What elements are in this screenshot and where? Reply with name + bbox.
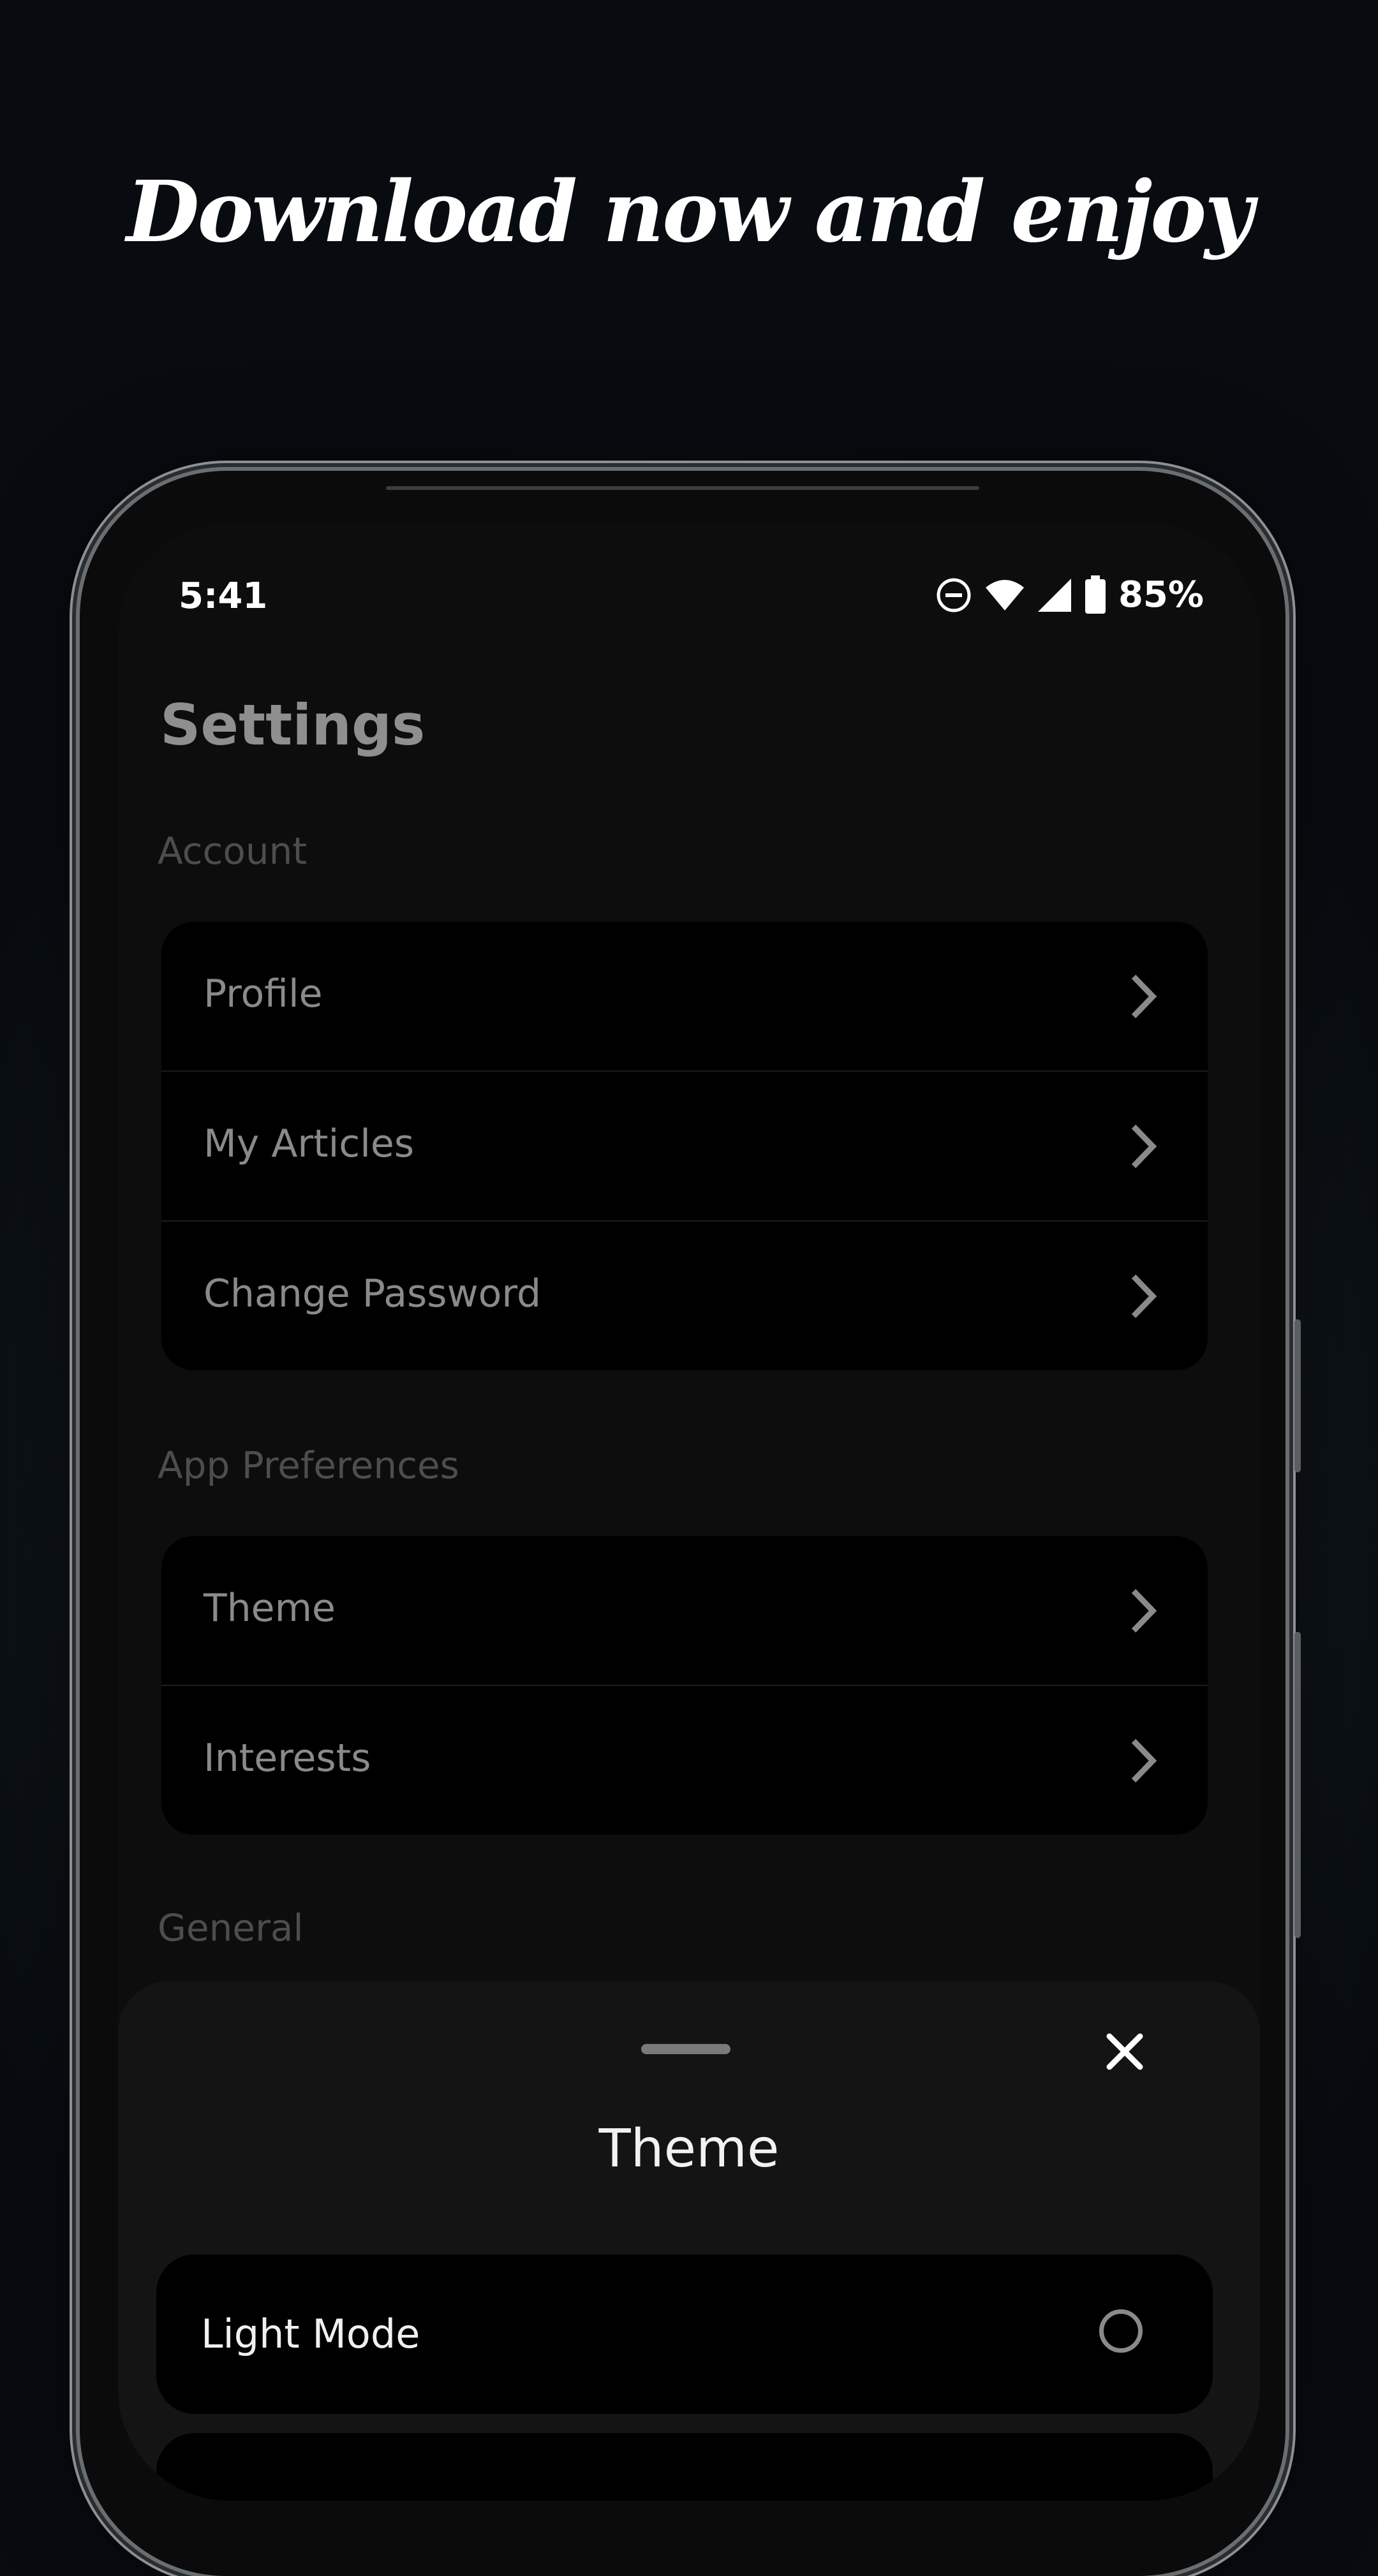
- chevron-right-icon: [1131, 1124, 1157, 1169]
- app-preferences-card: Theme Interests: [161, 1536, 1208, 1835]
- option-label: Light Mode: [201, 2311, 420, 2357]
- settings-row-profile[interactable]: Profile: [161, 922, 1208, 1072]
- row-label: My Articles: [204, 1121, 415, 1166]
- promo-headline: Download now and enjoy: [126, 163, 1254, 262]
- settings-row-interests[interactable]: Interests: [161, 1686, 1208, 1835]
- close-icon[interactable]: [1099, 2026, 1150, 2077]
- settings-row-theme[interactable]: Theme: [161, 1536, 1208, 1686]
- section-label-app-preferences: App Preferences: [158, 1444, 459, 1487]
- phone-side-button: [1294, 1319, 1301, 1472]
- status-time: 5:41: [179, 575, 268, 617]
- theme-bottom-sheet: Theme Light Mode: [118, 1981, 1260, 2501]
- chevron-right-icon: [1131, 1738, 1157, 1783]
- theme-option-light-mode[interactable]: Light Mode: [156, 2254, 1213, 2414]
- chevron-right-icon: [1131, 1274, 1157, 1319]
- row-label: Change Password: [204, 1271, 542, 1316]
- row-label: Interests: [204, 1736, 371, 1780]
- drag-handle[interactable]: [641, 2044, 730, 2054]
- status-icons: 85%: [935, 574, 1204, 616]
- section-label-account: Account: [158, 829, 307, 873]
- battery-percent: 85%: [1118, 574, 1204, 616]
- settings-row-my-articles[interactable]: My Articles: [161, 1072, 1208, 1222]
- phone-side-button: [1294, 1632, 1301, 1938]
- phone-screen: 5:41 85% Settings Account Profile My Art…: [118, 523, 1260, 2501]
- radio-button[interactable]: [1099, 2309, 1143, 2353]
- battery-icon: [1085, 575, 1106, 614]
- sheet-title: Theme: [598, 2119, 780, 2179]
- settings-row-change-password[interactable]: Change Password: [161, 1222, 1208, 1370]
- theme-option-next[interactable]: [156, 2433, 1213, 2501]
- chevron-right-icon: [1131, 1588, 1157, 1633]
- section-label-general: General: [158, 1906, 304, 1950]
- phone-top-edge: [386, 486, 979, 490]
- row-label: Profile: [204, 972, 323, 1016]
- do-not-disturb-icon: [937, 578, 971, 612]
- wifi-icon: [985, 579, 1024, 611]
- chevron-right-icon: [1131, 974, 1157, 1019]
- row-label: Theme: [204, 1586, 336, 1631]
- page-title: Settings: [160, 692, 426, 758]
- status-bar: 5:41 85%: [118, 561, 1260, 625]
- signal-icon: [1037, 578, 1071, 612]
- account-card: Profile My Articles Change Password: [161, 922, 1208, 1370]
